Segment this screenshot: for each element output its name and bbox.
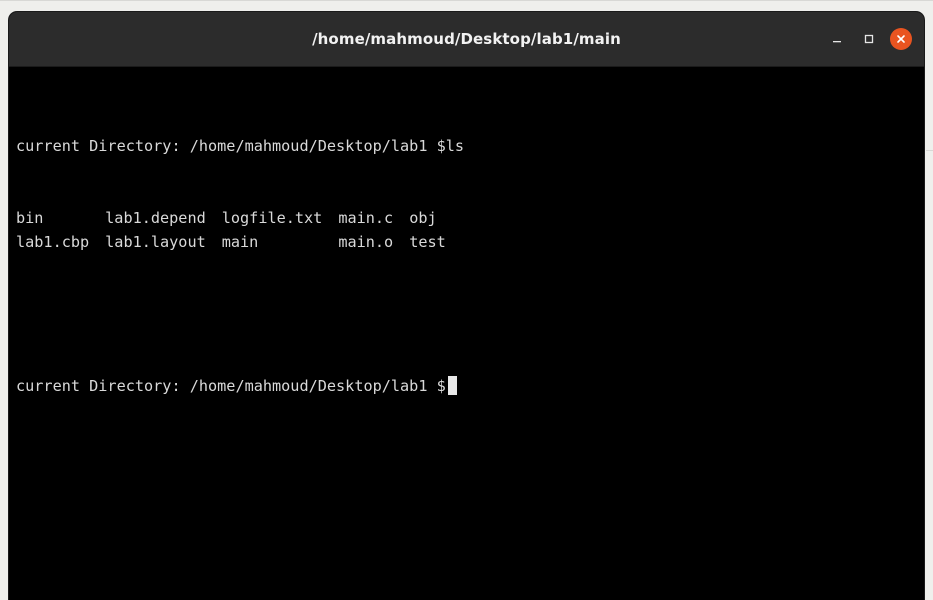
window-title: /home/mahmoud/Desktop/lab1/main	[312, 30, 621, 48]
shell-prompt: current Directory: /home/mahmoud/Desktop…	[16, 377, 446, 395]
terminal-output[interactable]: current Directory: /home/mahmoud/Desktop…	[9, 67, 924, 600]
ls-output-row: lab1.cbp lab1.layout main main.o test	[16, 230, 462, 254]
maximize-icon	[864, 34, 874, 44]
minimize-button[interactable]	[826, 28, 848, 50]
minimize-icon	[833, 41, 841, 43]
ls-entry: lab1.layout	[105, 233, 206, 251]
ls-entry: lab1.cbp	[16, 233, 90, 251]
ls-entry: bin	[16, 209, 44, 227]
ls-entry: main.c	[338, 209, 394, 227]
ls-output-row: bin lab1.depend logfile.txt main.c obj	[16, 206, 462, 230]
window-controls	[826, 12, 912, 66]
window-titlebar[interactable]: /home/mahmoud/Desktop/lab1/main	[9, 12, 924, 67]
terminal-window[interactable]: /home/mahmoud/Desktop/lab1/main current …	[9, 12, 924, 600]
ls-entry: test	[409, 233, 446, 251]
ls-entry: main.o	[338, 233, 394, 251]
maximize-button[interactable]	[858, 28, 880, 50]
close-icon	[897, 35, 905, 43]
close-button[interactable]	[890, 28, 912, 50]
shell-prompt: current Directory: /home/mahmoud/Desktop…	[16, 137, 446, 155]
terminal-line: current Directory: /home/mahmoud/Desktop…	[16, 134, 918, 158]
ls-output: bin lab1.depend logfile.txt main.c obj l…	[16, 206, 462, 254]
shell-command: ls	[445, 137, 465, 155]
background-line	[0, 0, 933, 1]
ls-entry: logfile.txt	[221, 209, 323, 227]
text-cursor	[447, 376, 457, 395]
background-line	[926, 150, 933, 151]
ls-entry: obj	[409, 209, 437, 227]
ls-entry: main	[221, 233, 259, 251]
terminal-line: current Directory: /home/mahmoud/Desktop…	[16, 374, 918, 398]
ls-entry: lab1.depend	[105, 209, 206, 227]
